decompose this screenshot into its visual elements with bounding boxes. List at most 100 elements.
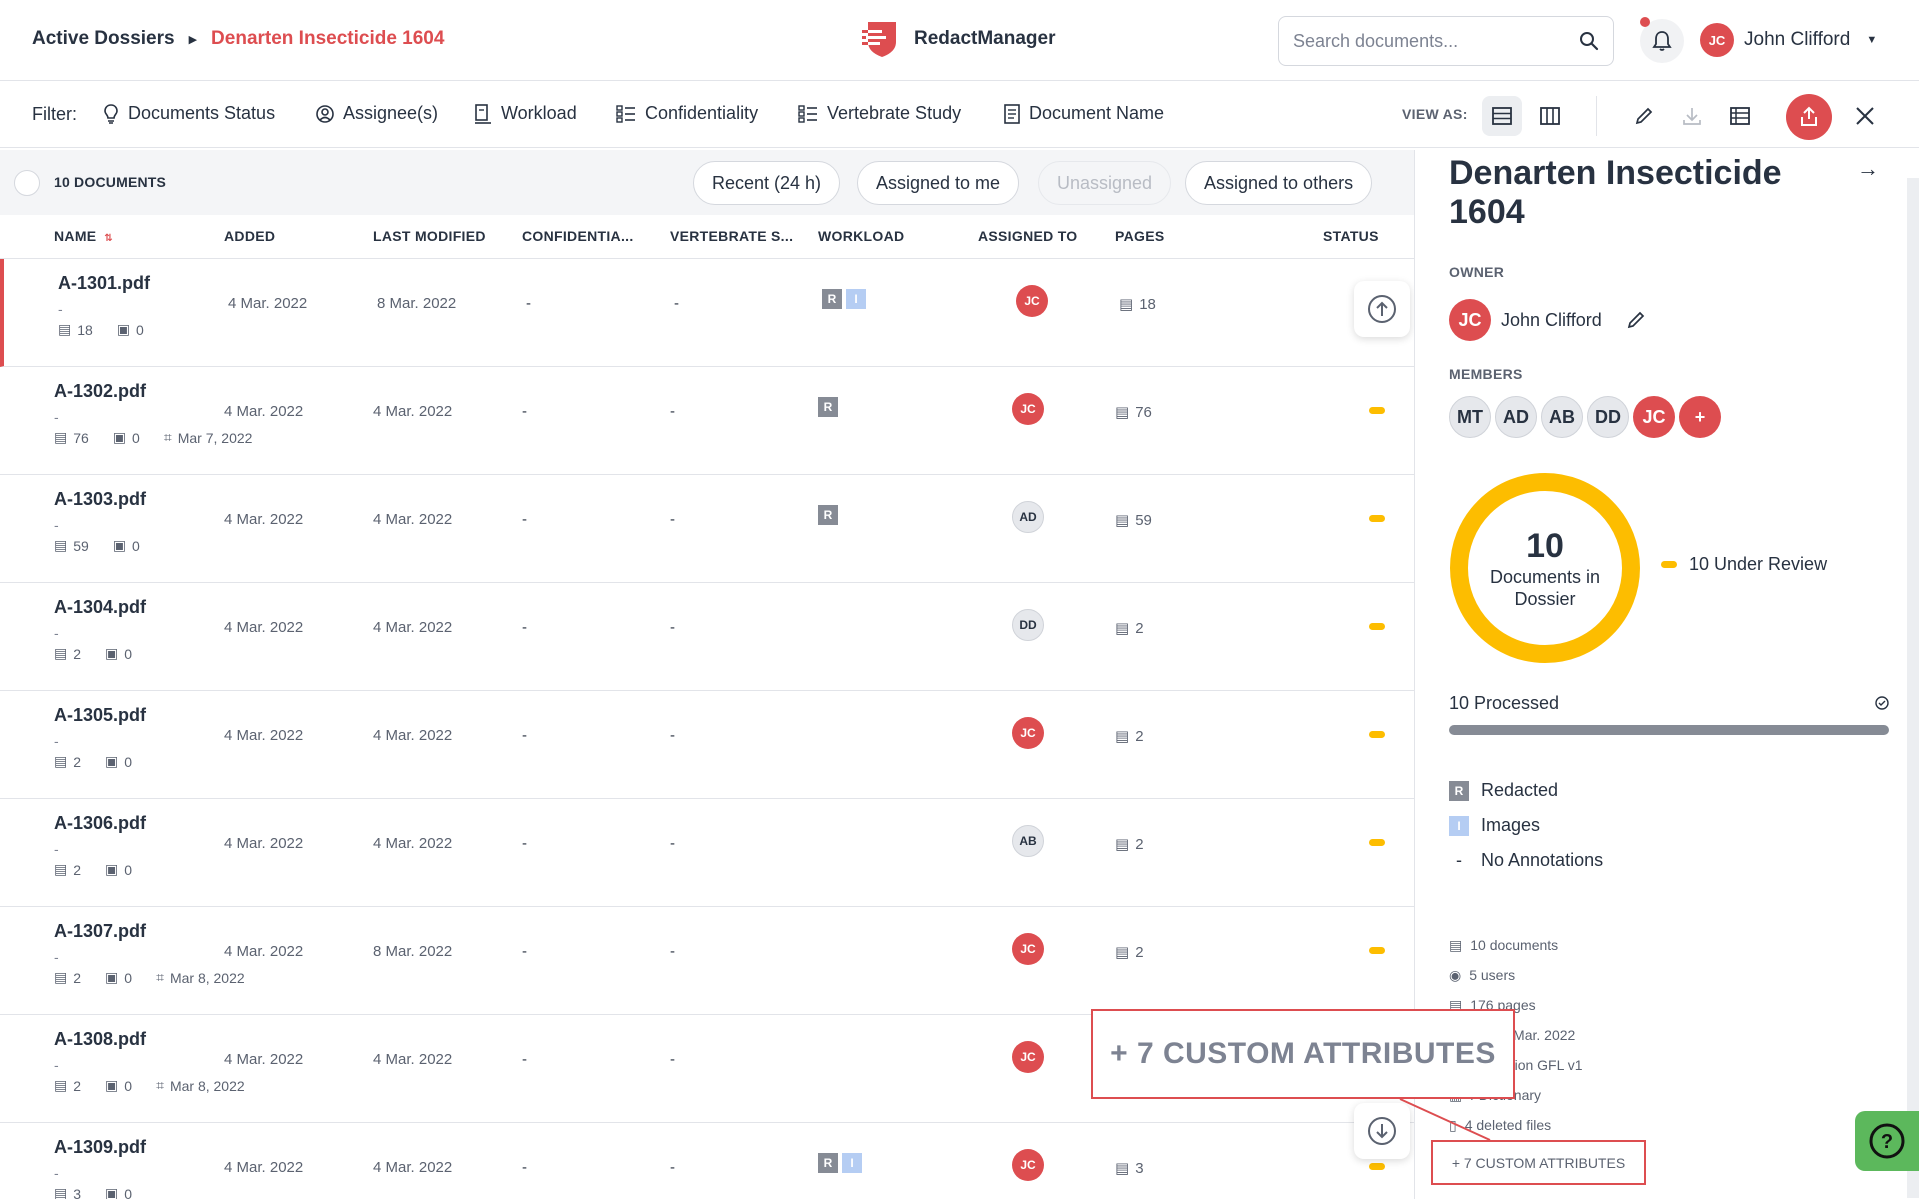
row-annotation-count: 0 (132, 429, 140, 446)
export-button[interactable] (1786, 94, 1832, 140)
document-name[interactable]: A-1305.pdf (54, 705, 146, 726)
assignee-avatar[interactable]: DD (1012, 609, 1044, 641)
filter-document-name[interactable]: Document Name (1004, 103, 1164, 124)
confidentiality-value: - (522, 1051, 527, 1068)
column-header-pages[interactable]: PAGES (1115, 228, 1164, 244)
table-row[interactable]: A-1301.pdf - ▤ 18 ▣ 0 4 Mar. 2022 8 Mar. 2022- -… (0, 259, 1414, 367)
table-row[interactable]: A-1304.pdf - ▤ 2 ▣ 0 4 Mar. 2022 4 Mar. 2022- - D… (0, 583, 1414, 691)
filter-vertebrate-study[interactable]: Vertebrate Study (798, 103, 961, 124)
member-avatar[interactable]: AD (1495, 396, 1537, 438)
assignee-avatar[interactable]: JC (1016, 285, 1048, 317)
assignee-avatar[interactable]: JC (1012, 1041, 1044, 1073)
download-button[interactable] (1672, 96, 1712, 136)
ocr-icon: ⌗ (163, 429, 172, 445)
pages-icon: ▤ (54, 1185, 68, 1199)
assignee-avatar[interactable]: JC (1012, 1149, 1044, 1181)
user-avatar: JC (1700, 23, 1734, 57)
document-name[interactable]: A-1302.pdf (54, 381, 146, 402)
edit-dossier-button[interactable] (1624, 96, 1664, 136)
donut-count: 10 (1526, 526, 1564, 565)
document-name[interactable]: A-1303.pdf (54, 489, 146, 510)
annotations-icon: ▣ (105, 969, 119, 985)
filter-confidentiality[interactable]: Confidentiality (616, 103, 758, 124)
select-all-checkbox[interactable] (14, 170, 40, 196)
member-avatar[interactable]: JC (1633, 396, 1675, 438)
scroll-down-button[interactable] (1354, 1103, 1410, 1159)
pencil-icon[interactable] (1626, 310, 1646, 330)
modified-date: 4 Mar. 2022 (373, 1159, 453, 1176)
user-menu[interactable]: JC John Clifford ▼ (1700, 23, 1877, 57)
quick-filter-recent[interactable]: Recent (24 h) (693, 161, 841, 205)
search-icon[interactable] (1579, 31, 1599, 51)
column-header-vertebrate-study[interactable]: VERTEBRATE S... (670, 228, 793, 244)
app-name: RedactManager (914, 28, 1056, 49)
table-row[interactable]: A-1303.pdf - ▤ 59 ▣ 0 4 Mar. 2022 4 Mar. 2022- -… (0, 475, 1414, 583)
column-header-assigned-to[interactable]: ASSIGNED TO (978, 228, 1078, 244)
confidentiality-value: - (522, 727, 527, 744)
report-button[interactable] (1720, 96, 1760, 136)
member-avatar[interactable]: DD (1587, 396, 1629, 438)
search-box[interactable] (1278, 16, 1614, 66)
column-header-workload[interactable]: WORKLOAD (818, 228, 904, 244)
column-header-name[interactable]: NAME ⇅ (54, 228, 113, 244)
filter-documents-status[interactable]: Documents Status (103, 103, 275, 124)
table-row[interactable]: A-1306.pdf - ▤ 2 ▣ 0 4 Mar. 2022 4 Mar. 2022- - A… (0, 799, 1414, 907)
modified-date: 8 Mar. 2022 (373, 943, 453, 960)
column-header-status[interactable]: STATUS (1323, 228, 1379, 244)
row-page-count: 2 (73, 645, 82, 662)
quick-filter-assigned-to-me[interactable]: Assigned to me (857, 161, 1020, 205)
filter-workload[interactable]: Workload (474, 103, 577, 124)
panel-scrollbar[interactable] (1907, 178, 1919, 1198)
column-header-added[interactable]: ADDED (224, 228, 275, 244)
quick-filter-assigned-to-others[interactable]: Assigned to others (1185, 161, 1373, 205)
document-name[interactable]: A-1309.pdf (54, 1137, 146, 1158)
document-name[interactable]: A-1301.pdf (58, 273, 150, 294)
column-header-confidentiality[interactable]: CONFIDENTIA... (522, 228, 634, 244)
table-row[interactable]: A-1302.pdf - ▤ 76 ▣ 0 ⌗ Mar 7, 2022 4 Mar. 2022 4… (0, 367, 1414, 475)
board-view-button[interactable] (1530, 96, 1570, 136)
arrow-down-circle-icon (1368, 1117, 1396, 1145)
table-row[interactable]: A-1309.pdf - ▤ 3 ▣ 0 4 Mar. 2022 4 Mar. 2022- - R… (0, 1123, 1414, 1199)
column-header-last-modified[interactable]: LAST MODIFIED (373, 228, 486, 244)
modified-date: 4 Mar. 2022 (373, 835, 453, 852)
row-page-count: 3 (73, 1185, 82, 1199)
assignee-avatar[interactable]: AB (1012, 825, 1044, 857)
add-member-button[interactable]: + (1679, 396, 1721, 438)
assignee-avatar[interactable]: JC (1012, 393, 1044, 425)
table-row[interactable]: A-1305.pdf - ▤ 2 ▣ 0 4 Mar. 2022 4 Mar. 2022- - J… (0, 691, 1414, 799)
chevron-down-icon: ▼ (1866, 34, 1878, 46)
table-row[interactable]: A-1307.pdf - ▤ 2 ▣ 0 ⌗ Mar 8, 2022 4 Mar. 2022 8 … (0, 907, 1414, 1015)
workload-badges: RI (818, 1153, 862, 1173)
pages-icon: ▤ (1115, 728, 1130, 745)
breadcrumb-active-dossiers[interactable]: Active Dossiers (32, 28, 175, 50)
document-subtitle: - (54, 1165, 59, 1181)
search-input[interactable] (1293, 30, 1579, 52)
close-button[interactable] (1845, 96, 1885, 136)
assignee-avatar[interactable]: JC (1012, 933, 1044, 965)
notifications-button[interactable] (1640, 17, 1684, 63)
document-name[interactable]: A-1307.pdf (54, 921, 146, 942)
assignee-avatar[interactable]: AD (1012, 501, 1044, 533)
help-button[interactable]: ? (1855, 1111, 1919, 1171)
quick-filter-unassigned[interactable]: Unassigned (1038, 161, 1172, 205)
document-name[interactable]: A-1304.pdf (54, 597, 146, 618)
document-name[interactable]: A-1308.pdf (54, 1029, 146, 1050)
document-name[interactable]: A-1306.pdf (54, 813, 146, 834)
filter-assignees[interactable]: Assignee(s) (316, 103, 438, 124)
app-logo[interactable]: RedactManager (862, 20, 1056, 58)
list-icon (616, 104, 635, 123)
list-view-button[interactable] (1482, 96, 1522, 136)
member-avatar[interactable]: AB (1541, 396, 1583, 438)
breadcrumb-current-dossier[interactable]: Denarten Insecticide 1604 (211, 28, 444, 50)
document-subtitle: - (54, 625, 59, 641)
row-annotation-count: 0 (124, 1077, 133, 1094)
member-avatar[interactable]: MT (1449, 396, 1491, 438)
scroll-up-button[interactable] (1354, 281, 1410, 337)
stat-deleted-files[interactable]: ▯ 4 deleted files (1449, 1110, 1583, 1140)
filter-confidentiality-label: Confidentiality (645, 103, 759, 123)
assignee-avatar[interactable]: JC (1012, 717, 1044, 749)
help-icon: ? (1869, 1123, 1905, 1159)
custom-attributes-link[interactable]: + 7 CUSTOM ATTRIBUTES (1431, 1140, 1646, 1185)
collapse-panel-icon[interactable]: → (1857, 156, 1879, 182)
vertebrate-study-value: - (670, 619, 675, 636)
